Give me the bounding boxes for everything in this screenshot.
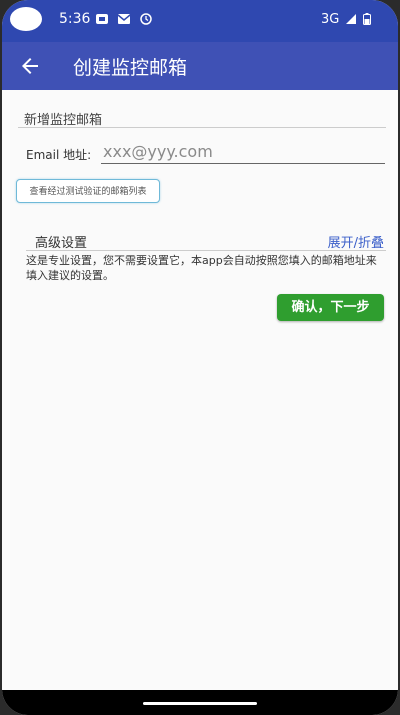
expand-collapse-link[interactable]: 展开/折叠 bbox=[328, 232, 384, 251]
advanced-settings-description: 这是专业设置，您不需要设置它，本app会自动按照您填入的邮箱地址来填入建议的设置… bbox=[26, 254, 377, 282]
mail-icon bbox=[117, 14, 131, 24]
section-title: 新增监控邮箱 bbox=[24, 113, 103, 128]
alarm-icon bbox=[140, 13, 152, 25]
app-bar: 创建监控邮箱 bbox=[2, 42, 398, 90]
email-label: Email 地址: bbox=[26, 148, 92, 162]
divider bbox=[18, 127, 386, 128]
advanced-settings-title: 高级设置 bbox=[35, 236, 88, 251]
tested-mailbox-list-button[interactable]: 查看经过测试验证的邮箱列表 bbox=[16, 179, 160, 203]
status-time: 5:36 bbox=[59, 11, 91, 27]
phone-screen: 5:36 3G 创建监控邮箱 新增监控邮箱 Email 地址: xxx@yyy.… bbox=[2, 0, 398, 715]
page-title: 创建监控邮箱 bbox=[73, 57, 188, 79]
divider bbox=[26, 250, 386, 251]
status-bar: 5:36 3G bbox=[2, 0, 398, 42]
navigation-bar bbox=[2, 690, 398, 715]
camera-cutout bbox=[10, 7, 42, 31]
confirm-next-button[interactable]: 确认，下一步 bbox=[277, 294, 384, 321]
email-field[interactable] bbox=[101, 139, 385, 164]
main-content: 新增监控邮箱 Email 地址: 查看经过测试验证的邮箱列表 高级设置 展开/折… bbox=[2, 90, 398, 690]
signal-icon bbox=[346, 14, 356, 24]
home-indicator[interactable] bbox=[143, 702, 257, 705]
network-type: 3G bbox=[321, 12, 340, 27]
battery-icon bbox=[363, 13, 371, 25]
arrow-left-icon[interactable] bbox=[18, 54, 42, 78]
notification-icon bbox=[96, 14, 108, 24]
